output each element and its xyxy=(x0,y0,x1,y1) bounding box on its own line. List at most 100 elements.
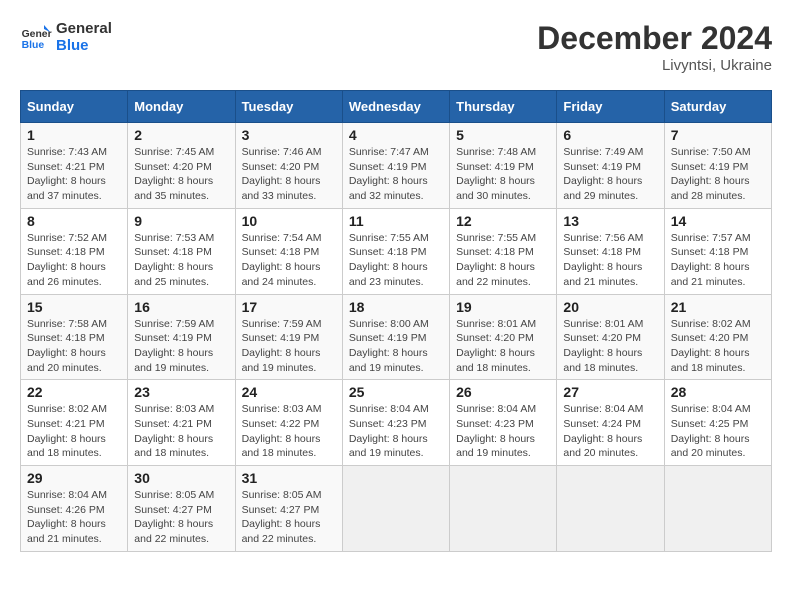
week-row-5: 29 Sunrise: 8:04 AM Sunset: 4:26 PM Dayli… xyxy=(21,466,772,552)
day-number: 16 xyxy=(134,299,228,315)
day-number: 7 xyxy=(671,127,765,143)
calendar-cell: 18 Sunrise: 8:00 AM Sunset: 4:19 PM Dayli… xyxy=(342,294,449,380)
day-number: 19 xyxy=(456,299,550,315)
day-info: Sunrise: 7:54 AM Sunset: 4:18 PM Dayligh… xyxy=(242,231,336,290)
day-number: 31 xyxy=(242,470,336,486)
calendar-cell: 30Sunrise: 8:05 AM Sunset: 4:27 PM Dayli… xyxy=(128,466,235,552)
day-info: Sunrise: 8:04 AM Sunset: 4:26 PM Dayligh… xyxy=(27,488,121,547)
day-number: 23 xyxy=(134,384,228,400)
calendar-cell xyxy=(664,466,771,552)
calendar-cell xyxy=(342,466,449,552)
header-day-tuesday: Tuesday xyxy=(235,91,342,123)
day-number: 14 xyxy=(671,213,765,229)
day-number: 30 xyxy=(134,470,228,486)
calendar-cell: 9 Sunrise: 7:53 AM Sunset: 4:18 PM Daylig… xyxy=(128,208,235,294)
day-info: Sunrise: 8:05 AM Sunset: 4:27 PM Dayligh… xyxy=(242,488,336,547)
day-info: Sunrise: 7:52 AM Sunset: 4:18 PM Dayligh… xyxy=(27,231,121,290)
header-day-thursday: Thursday xyxy=(450,91,557,123)
day-info: Sunrise: 7:57 AM Sunset: 4:18 PM Dayligh… xyxy=(671,231,765,290)
calendar-cell: 15 Sunrise: 7:58 AM Sunset: 4:18 PM Dayli… xyxy=(21,294,128,380)
day-info: Sunrise: 7:58 AM Sunset: 4:18 PM Dayligh… xyxy=(27,317,121,376)
calendar-cell: 27Sunrise: 8:04 AM Sunset: 4:24 PM Dayli… xyxy=(557,380,664,466)
day-info: Sunrise: 8:02 AM Sunset: 4:21 PM Dayligh… xyxy=(27,402,121,461)
day-number: 18 xyxy=(349,299,443,315)
calendar-cell: 4 Sunrise: 7:47 AM Sunset: 4:19 PM Daylig… xyxy=(342,123,449,209)
day-info: Sunrise: 8:04 AM Sunset: 4:25 PM Dayligh… xyxy=(671,402,765,461)
day-number: 26 xyxy=(456,384,550,400)
day-number: 13 xyxy=(563,213,657,229)
header-row: SundayMondayTuesdayWednesdayThursdayFrid… xyxy=(21,91,772,123)
week-row-1: 1 Sunrise: 7:43 AM Sunset: 4:21 PM Daylig… xyxy=(21,123,772,209)
calendar-cell: 3Sunrise: 7:46 AM Sunset: 4:20 PM Daylig… xyxy=(235,123,342,209)
calendar-cell: 8Sunrise: 7:52 AM Sunset: 4:18 PM Daylig… xyxy=(21,208,128,294)
day-number: 4 xyxy=(349,127,443,143)
calendar-cell: 16Sunrise: 7:59 AM Sunset: 4:19 PM Dayli… xyxy=(128,294,235,380)
calendar-cell xyxy=(450,466,557,552)
day-number: 9 xyxy=(134,213,228,229)
calendar-cell: 6Sunrise: 7:49 AM Sunset: 4:19 PM Daylig… xyxy=(557,123,664,209)
day-number: 22 xyxy=(27,384,121,400)
calendar-body: 1 Sunrise: 7:43 AM Sunset: 4:21 PM Daylig… xyxy=(21,123,772,552)
calendar-table: SundayMondayTuesdayWednesdayThursdayFrid… xyxy=(20,90,772,552)
day-number: 15 xyxy=(27,299,121,315)
day-info: Sunrise: 8:03 AM Sunset: 4:22 PM Dayligh… xyxy=(242,402,336,461)
day-number: 28 xyxy=(671,384,765,400)
day-info: Sunrise: 8:02 AM Sunset: 4:20 PM Dayligh… xyxy=(671,317,765,376)
day-number: 11 xyxy=(349,213,443,229)
calendar-cell: 7 Sunrise: 7:50 AM Sunset: 4:19 PM Daylig… xyxy=(664,123,771,209)
calendar-cell: 1 Sunrise: 7:43 AM Sunset: 4:21 PM Daylig… xyxy=(21,123,128,209)
header-day-monday: Monday xyxy=(128,91,235,123)
day-number: 20 xyxy=(563,299,657,315)
calendar-cell: 29 Sunrise: 8:04 AM Sunset: 4:26 PM Dayli… xyxy=(21,466,128,552)
day-info: Sunrise: 7:47 AM Sunset: 4:19 PM Dayligh… xyxy=(349,145,443,204)
calendar-cell: 19 Sunrise: 8:01 AM Sunset: 4:20 PM Dayli… xyxy=(450,294,557,380)
calendar-cell: 26 Sunrise: 8:04 AM Sunset: 4:23 PM Dayli… xyxy=(450,380,557,466)
day-info: Sunrise: 8:04 AM Sunset: 4:23 PM Dayligh… xyxy=(349,402,443,461)
calendar-cell: 23 Sunrise: 8:03 AM Sunset: 4:21 PM Dayli… xyxy=(128,380,235,466)
logo-line2: Blue xyxy=(56,37,112,54)
month-title: December 2024 xyxy=(537,20,772,57)
calendar-cell: 12 Sunrise: 7:55 AM Sunset: 4:18 PM Dayli… xyxy=(450,208,557,294)
day-info: Sunrise: 8:03 AM Sunset: 4:21 PM Dayligh… xyxy=(134,402,228,461)
logo: General Blue General Blue xyxy=(20,20,112,54)
day-info: Sunrise: 7:49 AM Sunset: 4:19 PM Dayligh… xyxy=(563,145,657,204)
day-number: 17 xyxy=(242,299,336,315)
day-number: 29 xyxy=(27,470,121,486)
day-info: Sunrise: 7:50 AM Sunset: 4:19 PM Dayligh… xyxy=(671,145,765,204)
calendar-cell: 21Sunrise: 8:02 AM Sunset: 4:20 PM Dayli… xyxy=(664,294,771,380)
calendar-cell: 20Sunrise: 8:01 AM Sunset: 4:20 PM Dayli… xyxy=(557,294,664,380)
calendar-cell: 14 Sunrise: 7:57 AM Sunset: 4:18 PM Dayli… xyxy=(664,208,771,294)
day-info: Sunrise: 7:43 AM Sunset: 4:21 PM Dayligh… xyxy=(27,145,121,204)
header-day-wednesday: Wednesday xyxy=(342,91,449,123)
day-number: 10 xyxy=(242,213,336,229)
week-row-3: 15 Sunrise: 7:58 AM Sunset: 4:18 PM Dayli… xyxy=(21,294,772,380)
day-number: 1 xyxy=(27,127,121,143)
logo-icon: General Blue xyxy=(20,21,52,53)
calendar-cell: 25Sunrise: 8:04 AM Sunset: 4:23 PM Dayli… xyxy=(342,380,449,466)
calendar-cell: 17 Sunrise: 7:59 AM Sunset: 4:19 PM Dayli… xyxy=(235,294,342,380)
calendar-cell: 13 Sunrise: 7:56 AM Sunset: 4:18 PM Dayli… xyxy=(557,208,664,294)
day-info: Sunrise: 7:46 AM Sunset: 4:20 PM Dayligh… xyxy=(242,145,336,204)
day-info: Sunrise: 8:00 AM Sunset: 4:19 PM Dayligh… xyxy=(349,317,443,376)
calendar-cell: 11 Sunrise: 7:55 AM Sunset: 4:18 PM Dayli… xyxy=(342,208,449,294)
calendar-cell xyxy=(557,466,664,552)
calendar-cell: 10 Sunrise: 7:54 AM Sunset: 4:18 PM Dayli… xyxy=(235,208,342,294)
week-row-4: 22 Sunrise: 8:02 AM Sunset: 4:21 PM Dayli… xyxy=(21,380,772,466)
calendar-cell: 24Sunrise: 8:03 AM Sunset: 4:22 PM Dayli… xyxy=(235,380,342,466)
day-number: 12 xyxy=(456,213,550,229)
page-header: General Blue General Blue December 2024 … xyxy=(20,20,772,74)
day-info: Sunrise: 7:53 AM Sunset: 4:18 PM Dayligh… xyxy=(134,231,228,290)
svg-text:Blue: Blue xyxy=(22,40,45,51)
day-number: 2 xyxy=(134,127,228,143)
header-day-friday: Friday xyxy=(557,91,664,123)
day-info: Sunrise: 7:55 AM Sunset: 4:18 PM Dayligh… xyxy=(349,231,443,290)
day-info: Sunrise: 7:59 AM Sunset: 4:19 PM Dayligh… xyxy=(242,317,336,376)
week-row-2: 8Sunrise: 7:52 AM Sunset: 4:18 PM Daylig… xyxy=(21,208,772,294)
day-info: Sunrise: 7:55 AM Sunset: 4:18 PM Dayligh… xyxy=(456,231,550,290)
calendar-cell: 28 Sunrise: 8:04 AM Sunset: 4:25 PM Dayli… xyxy=(664,380,771,466)
day-info: Sunrise: 7:56 AM Sunset: 4:18 PM Dayligh… xyxy=(563,231,657,290)
header-day-saturday: Saturday xyxy=(664,91,771,123)
calendar-header: SundayMondayTuesdayWednesdayThursdayFrid… xyxy=(21,91,772,123)
day-info: Sunrise: 8:04 AM Sunset: 4:23 PM Dayligh… xyxy=(456,402,550,461)
day-info: Sunrise: 8:01 AM Sunset: 4:20 PM Dayligh… xyxy=(456,317,550,376)
